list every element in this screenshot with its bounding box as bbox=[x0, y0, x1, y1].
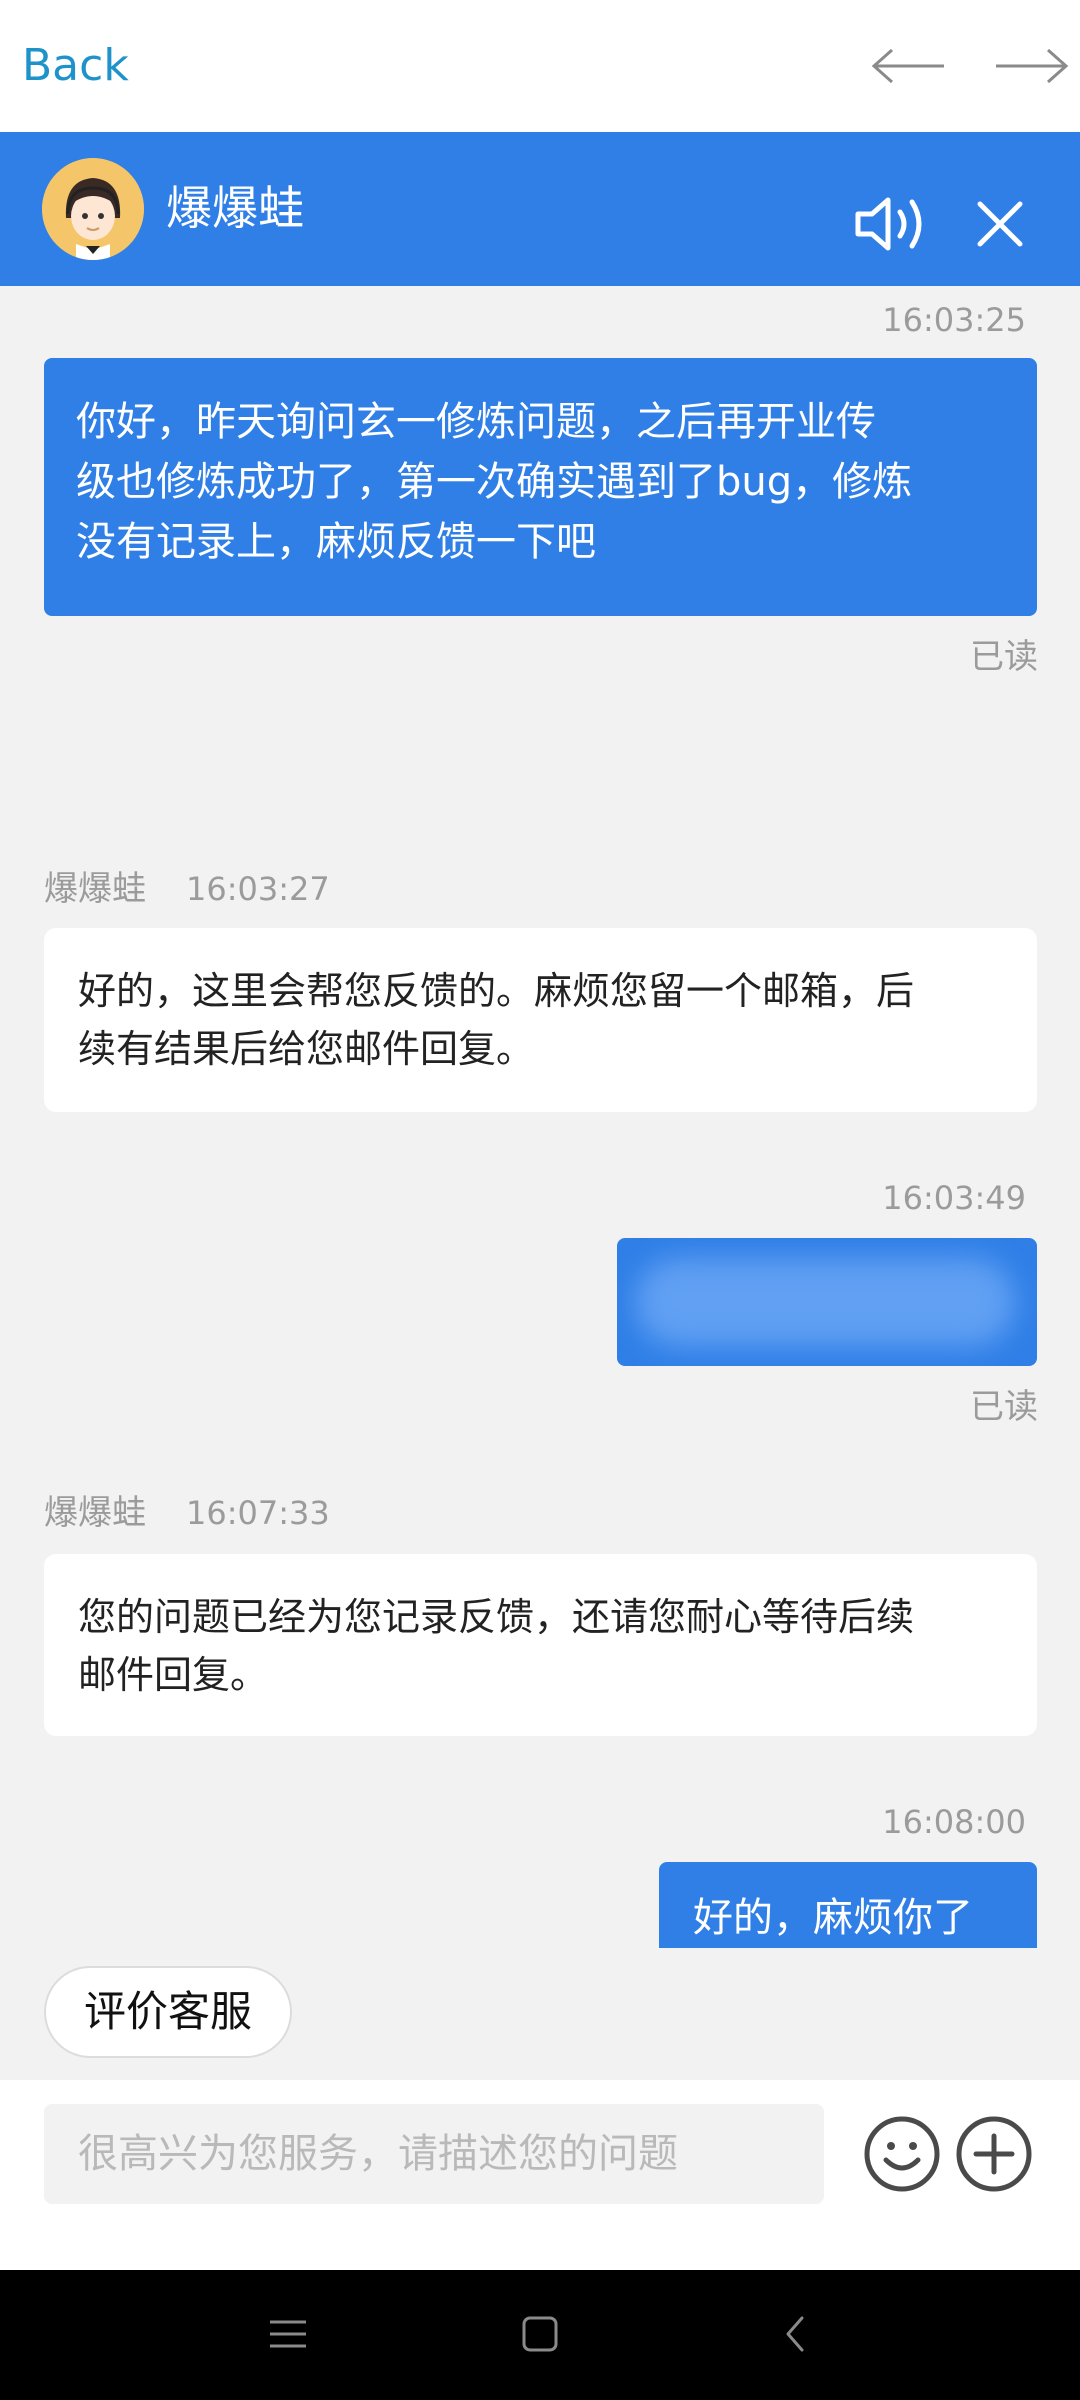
speaker-icon[interactable] bbox=[852, 188, 934, 260]
agent-sender-line: 爆爆蛙 16:03:27 bbox=[44, 868, 330, 910]
message-timestamp: 16:03:27 bbox=[186, 870, 330, 908]
user-message-bubble-redacted[interactable] bbox=[617, 1238, 1037, 1366]
emoji-icon[interactable] bbox=[862, 2114, 942, 2194]
user-message-bubble[interactable]: 你好，昨天询问玄一修炼问题，之后再开业传 级也修炼成功了，第一次确实遇到了bug… bbox=[44, 358, 1037, 616]
message-clip-area: 好的，麻烦你了 bbox=[0, 1862, 1080, 1948]
message-line: 好的，这里会帮您反馈的。麻烦您留一个邮箱，后 bbox=[78, 969, 915, 1013]
home-icon[interactable] bbox=[520, 2314, 560, 2354]
agent-name: 爆爆蛙 bbox=[166, 181, 304, 235]
agent-message-bubble[interactable]: 好的，这里会帮您反馈的。麻烦您留一个邮箱，后 续有结果后给您邮件回复。 bbox=[44, 928, 1037, 1112]
message-line: 您的问题已经为您记录反馈，还请您耐心等待后续 bbox=[78, 1595, 915, 1639]
agent-avatar-icon bbox=[42, 158, 144, 260]
message-line: 好的，麻烦你了 bbox=[693, 1895, 973, 1941]
read-status: 已读 bbox=[970, 637, 1038, 677]
back-chevron-icon[interactable] bbox=[776, 2314, 816, 2354]
message-line: 没有记录上，麻烦反馈一下吧 bbox=[76, 519, 596, 565]
redacted-content bbox=[635, 1258, 1015, 1346]
arrow-right-icon[interactable] bbox=[992, 36, 1072, 96]
message-input[interactable] bbox=[44, 2104, 824, 2204]
close-icon[interactable] bbox=[972, 196, 1028, 252]
back-link[interactable]: Back bbox=[22, 36, 129, 96]
user-message-bubble[interactable]: 好的，麻烦你了 bbox=[659, 1862, 1037, 1948]
sender-name: 爆爆蛙 bbox=[44, 1493, 146, 1533]
arrow-left-icon[interactable] bbox=[868, 36, 948, 96]
agent-message-bubble[interactable]: 您的问题已经为您记录反馈，还请您耐心等待后续 邮件回复。 bbox=[44, 1554, 1037, 1736]
message-timestamp: 16:07:33 bbox=[186, 1494, 330, 1532]
message-line: 续有结果后给您邮件回复。 bbox=[78, 1027, 535, 1071]
read-status: 已读 bbox=[970, 1387, 1038, 1427]
message-timestamp: 16:08:00 bbox=[882, 1803, 1026, 1841]
plus-circle-icon[interactable] bbox=[954, 2114, 1034, 2194]
menu-icon[interactable] bbox=[268, 2314, 308, 2354]
agent-sender-line: 爆爆蛙 16:07:33 bbox=[44, 1492, 330, 1534]
message-line: 你好，昨天询问玄一修炼问题，之后再开业传 bbox=[76, 399, 876, 445]
message-line: 邮件回复。 bbox=[78, 1653, 269, 1697]
message-timestamp: 16:03:25 bbox=[882, 301, 1026, 339]
message-timestamp: 16:03:49 bbox=[882, 1179, 1026, 1217]
rate-agent-button[interactable]: 评价客服 bbox=[44, 1966, 292, 2058]
sender-name: 爆爆蛙 bbox=[44, 869, 146, 909]
message-line: 级也修炼成功了，第一次确实遇到了bug，修炼 bbox=[76, 459, 913, 505]
